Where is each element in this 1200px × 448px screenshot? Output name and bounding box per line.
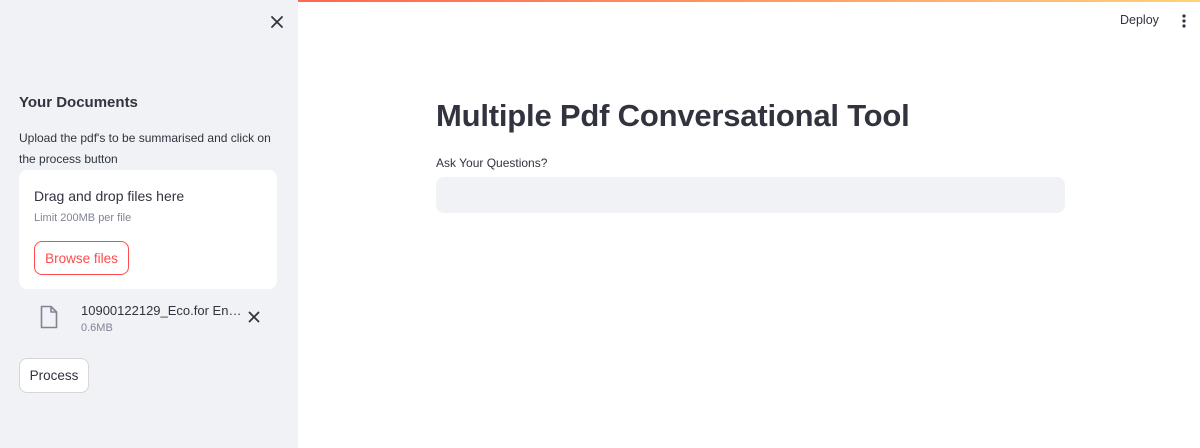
more-vertical-icon [1182, 14, 1186, 28]
close-icon [271, 16, 283, 28]
sidebar-title: Your Documents [19, 94, 138, 111]
process-button[interactable]: Process [19, 358, 89, 393]
remove-file-button[interactable] [244, 307, 264, 327]
sidebar: Your Documents Upload the pdf's to be su… [0, 0, 298, 448]
uploaded-file-size: 0.6MB [81, 322, 113, 334]
question-input-label: Ask Your Questions? [436, 156, 548, 170]
sidebar-close-button[interactable] [266, 11, 288, 33]
file-icon [40, 305, 58, 329]
close-icon [248, 311, 260, 323]
dropzone-instructions: Drag and drop files here [34, 188, 185, 204]
uploaded-file-item: 10900122129_Eco.for En… 0.6MB [19, 299, 277, 339]
file-dropzone[interactable]: Drag and drop files here Limit 200MB per… [19, 170, 277, 289]
question-input[interactable] [436, 177, 1065, 213]
uploaded-file-name: 10900122129_Eco.for En… [81, 303, 242, 318]
deploy-button[interactable]: Deploy [1120, 13, 1159, 27]
page-title: Multiple Pdf Conversational Tool [436, 98, 910, 133]
sidebar-description: Upload the pdf's to be summarised and cl… [19, 131, 271, 166]
main-menu-button[interactable] [1176, 11, 1192, 31]
dropzone-limit: Limit 200MB per file [34, 212, 132, 224]
browse-files-button[interactable]: Browse files [34, 241, 129, 275]
